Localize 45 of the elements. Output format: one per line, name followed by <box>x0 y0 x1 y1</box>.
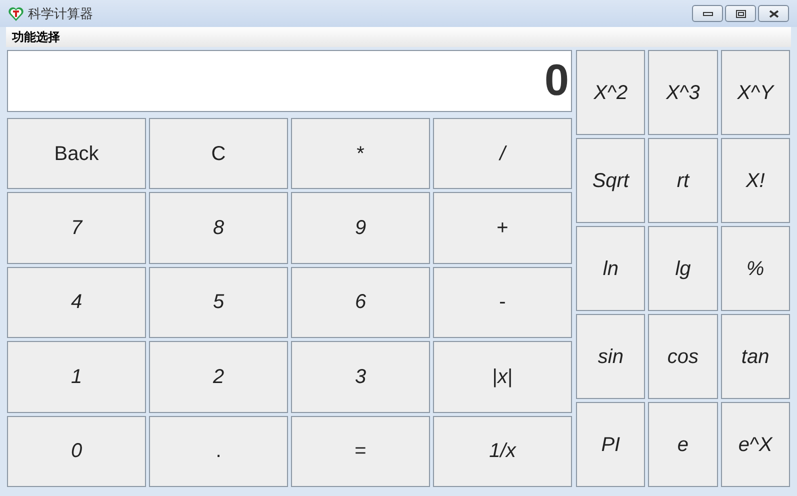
calculator-key[interactable]: X^2 <box>576 50 646 135</box>
calculator-key[interactable]: Back <box>7 118 146 190</box>
calculator-key[interactable]: 8 <box>149 192 288 264</box>
calculator-key[interactable]: sin <box>576 314 646 399</box>
minimize-button[interactable] <box>692 5 723 22</box>
close-icon <box>768 10 778 18</box>
calculator-key[interactable]: / <box>433 118 572 190</box>
maximize-button[interactable] <box>725 5 756 22</box>
calculator-key[interactable]: tan <box>720 314 790 399</box>
calculator-key[interactable]: 9 <box>291 192 430 264</box>
calculator-key[interactable]: 2 <box>149 341 288 413</box>
window-title: 科学计算器 <box>28 4 93 23</box>
calculator-key[interactable]: C <box>149 118 288 190</box>
calculator-key[interactable]: e^X <box>720 402 790 487</box>
calculator-key[interactable]: 1/x <box>433 416 572 487</box>
calculator-key[interactable]: 4 <box>7 266 146 338</box>
close-button[interactable] <box>758 5 789 22</box>
calculator-key[interactable]: + <box>433 192 572 264</box>
calculator-key[interactable]: 7 <box>7 192 146 264</box>
menu-item[interactable]: 功能选择 <box>6 28 66 46</box>
calculator-key[interactable]: X^3 <box>648 50 718 135</box>
calculator-key[interactable]: = <box>291 416 430 487</box>
calculator-key[interactable]: e <box>648 402 718 487</box>
calculator-key[interactable]: 0 <box>7 416 146 487</box>
calculator-key[interactable]: cos <box>648 314 718 399</box>
calculator-key[interactable]: ln <box>576 226 646 311</box>
calculator-key[interactable]: X^Y <box>720 50 790 135</box>
calculator-key[interactable]: PI <box>576 402 646 487</box>
minimize-icon <box>702 12 712 16</box>
heart-logo-icon <box>8 6 24 22</box>
display-value: 0 <box>544 55 569 107</box>
calculator-key[interactable]: 3 <box>291 341 430 413</box>
calculator-key[interactable]: |x| <box>433 341 572 413</box>
calculator-key[interactable]: 5 <box>149 266 288 338</box>
maximize-icon <box>736 10 746 18</box>
calculator-key[interactable]: rt <box>648 138 718 223</box>
calculator-key[interactable]: lg <box>648 226 718 311</box>
calculator-key[interactable]: . <box>149 416 288 487</box>
calculator-key[interactable]: - <box>433 266 572 338</box>
calculator-key[interactable]: 1 <box>7 341 146 413</box>
calculator-key[interactable]: X! <box>720 138 790 223</box>
calculator-key[interactable]: 6 <box>291 266 430 338</box>
calculator-key[interactable]: * <box>291 118 430 190</box>
calculator-key[interactable]: Sqrt <box>576 138 646 223</box>
calculator-key[interactable]: % <box>720 226 790 311</box>
